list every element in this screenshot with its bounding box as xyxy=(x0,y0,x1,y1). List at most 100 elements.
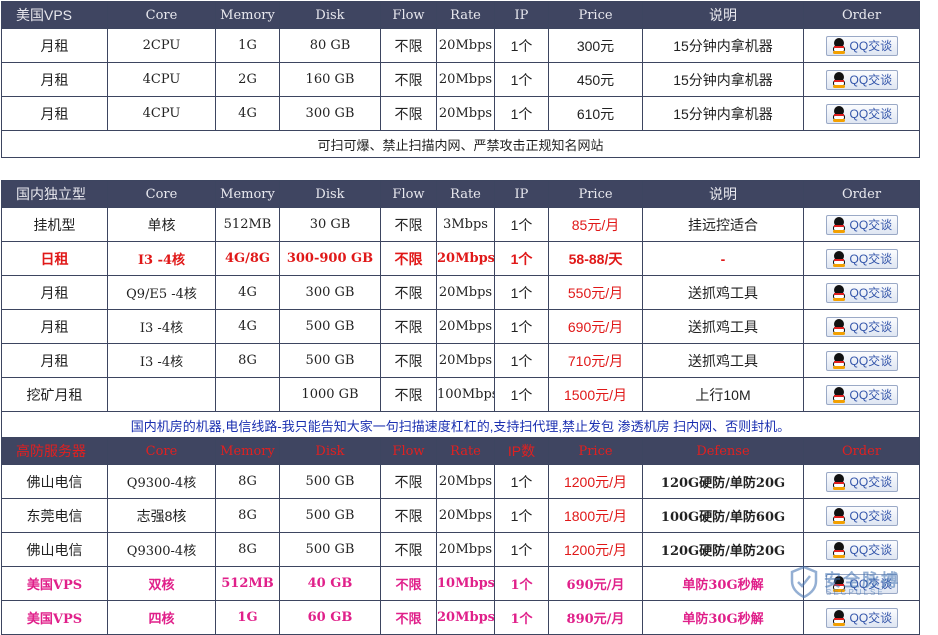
cell: 2G xyxy=(215,62,280,97)
cell: 20Mbps xyxy=(436,241,495,276)
qq-penguin-icon xyxy=(831,105,847,122)
qq-chat-label: QQ交谈 xyxy=(849,354,893,368)
qq-chat-button[interactable]: QQ交谈 xyxy=(825,539,898,560)
cell: 40 GB xyxy=(279,566,381,601)
cell: 550元/月 xyxy=(548,275,643,310)
cell: 月租 xyxy=(1,343,108,378)
qq-chat-button[interactable]: QQ交谈 xyxy=(825,103,898,124)
table-row: 月租 4CPU 4G 300 GB 不限 20Mbps 1个 610元 15分钟… xyxy=(1,96,920,131)
cell: 512MB xyxy=(215,207,280,242)
cell: 120G硬防/单防20G xyxy=(642,532,804,567)
cell: 单防30G秒解 xyxy=(642,566,804,601)
qq-penguin-icon xyxy=(831,386,847,403)
cell: 15分钟内拿机器 xyxy=(642,96,804,131)
col-header: IP xyxy=(494,180,549,208)
qq-chat-button[interactable]: QQ交谈 xyxy=(825,282,898,303)
cell: 160 GB xyxy=(279,62,381,97)
qq-chat-label: QQ交谈 xyxy=(849,543,893,557)
cell: 4G xyxy=(215,309,280,344)
cell: Q9/E5 -4核 xyxy=(107,275,216,310)
cell: 1个 xyxy=(494,207,549,242)
col-header: Disk xyxy=(279,1,381,29)
table-row: 佛山电信 Q9300-4核 8G 500 GB 不限 20Mbps 1个 120… xyxy=(1,532,920,567)
col-header: Flow xyxy=(380,437,437,465)
cell: 佛山电信 xyxy=(1,532,108,567)
cell: 1200元/月 xyxy=(548,464,643,499)
qq-penguin-icon xyxy=(831,250,847,267)
qq-chat-button[interactable]: QQ交谈 xyxy=(825,505,898,526)
cell: 500 GB xyxy=(279,498,381,533)
cell: 不限 xyxy=(380,566,437,601)
domestic-table: 国内独立型 Core Memory Disk Flow Rate IP Pric… xyxy=(1,180,920,439)
cell: 300 GB xyxy=(279,96,381,131)
qq-chat-button[interactable]: QQ交谈 xyxy=(825,214,898,235)
col-header: Core xyxy=(107,437,216,465)
cell: 不限 xyxy=(380,62,437,97)
table-row: 美国VPS 双核 512MB 40 GB 不限 10Mbps 1个 690元/月… xyxy=(1,566,920,601)
order-cell: QQ交谈 xyxy=(803,498,920,533)
table-row: 月租 Q9/E5 -4核 4G 300 GB 不限 20Mbps 1个 550元… xyxy=(1,275,920,310)
cell: 20Mbps xyxy=(436,498,495,533)
cell: 送抓鸡工具 xyxy=(642,275,804,310)
qq-chat-button[interactable]: QQ交谈 xyxy=(825,69,898,90)
cell: 20Mbps xyxy=(436,309,495,344)
cell: 1个 xyxy=(494,309,549,344)
col-header: Rate xyxy=(436,180,495,208)
qq-chat-button[interactable]: QQ交谈 xyxy=(825,471,898,492)
order-cell: QQ交谈 xyxy=(803,96,920,131)
qq-penguin-icon xyxy=(831,216,847,233)
cell: 1000 GB xyxy=(279,377,381,412)
table-row: 月租 4CPU 2G 160 GB 不限 20Mbps 1个 450元 15分钟… xyxy=(1,62,920,97)
cell: 志强8核 xyxy=(107,498,216,533)
qq-penguin-icon xyxy=(831,284,847,301)
cell: 8G xyxy=(215,532,280,567)
order-cell: QQ交谈 xyxy=(803,309,920,344)
col-header: Core xyxy=(107,1,216,29)
qq-chat-label: QQ交谈 xyxy=(849,388,893,402)
qq-chat-label: QQ交谈 xyxy=(849,286,893,300)
qq-chat-button[interactable]: QQ交谈 xyxy=(825,248,898,269)
qq-penguin-icon xyxy=(831,318,847,335)
cell: 80 GB xyxy=(279,28,381,63)
cell: 58-88/天 xyxy=(548,241,643,276)
qq-chat-button[interactable]: QQ交谈 xyxy=(825,350,898,371)
cell: I3 -4核 xyxy=(107,309,216,344)
shield-icon xyxy=(790,566,818,598)
cell: 月租 xyxy=(1,275,108,310)
order-cell: QQ交谈 xyxy=(803,532,920,567)
cell: 挂远控适合 xyxy=(642,207,804,242)
cell: 1个 xyxy=(494,566,549,601)
cell: 690元/月 xyxy=(548,566,643,601)
cell: 450元 xyxy=(548,62,643,97)
qq-chat-button[interactable]: QQ交谈 xyxy=(825,384,898,405)
cell: 300元 xyxy=(548,28,643,63)
col-header: Core xyxy=(107,180,216,208)
note-row: 国内机房的机器,电信线路-我只能告知大家一句扫描速度杠杠的,支持扫代理,禁止发包… xyxy=(1,411,920,439)
qq-chat-button[interactable]: QQ交谈 xyxy=(825,316,898,337)
qq-chat-button[interactable]: QQ交谈 xyxy=(825,35,898,56)
cell: 20Mbps xyxy=(436,96,495,131)
cell: 8G xyxy=(215,343,280,378)
cell: 月租 xyxy=(1,28,108,63)
cell: 送抓鸡工具 xyxy=(642,343,804,378)
cell: 双核 xyxy=(107,566,216,601)
cell: 佛山电信 xyxy=(1,464,108,499)
qq-penguin-icon xyxy=(831,507,847,524)
table-row: 月租 I3 -4核 4G 500 GB 不限 20Mbps 1个 690元/月 … xyxy=(1,309,920,344)
cell: 1个 xyxy=(494,96,549,131)
section-title: 高防服务器 xyxy=(1,437,108,465)
qq-penguin-icon xyxy=(831,37,847,54)
cell: 500 GB xyxy=(279,464,381,499)
cell: 10Mbps xyxy=(436,566,495,601)
cell: 690元/月 xyxy=(548,309,643,344)
cell: 挖矿月租 xyxy=(1,377,108,412)
col-header: Flow xyxy=(380,180,437,208)
cell xyxy=(215,377,280,412)
cell: 1个 xyxy=(494,498,549,533)
cell: 不限 xyxy=(380,207,437,242)
cell: 挂机型 xyxy=(1,207,108,242)
cell: 4G xyxy=(215,96,280,131)
cell: I3 -4核 xyxy=(107,241,216,276)
watermark: 安全脉搏 SECPULSE xyxy=(786,564,926,604)
cell: 不限 xyxy=(380,28,437,63)
